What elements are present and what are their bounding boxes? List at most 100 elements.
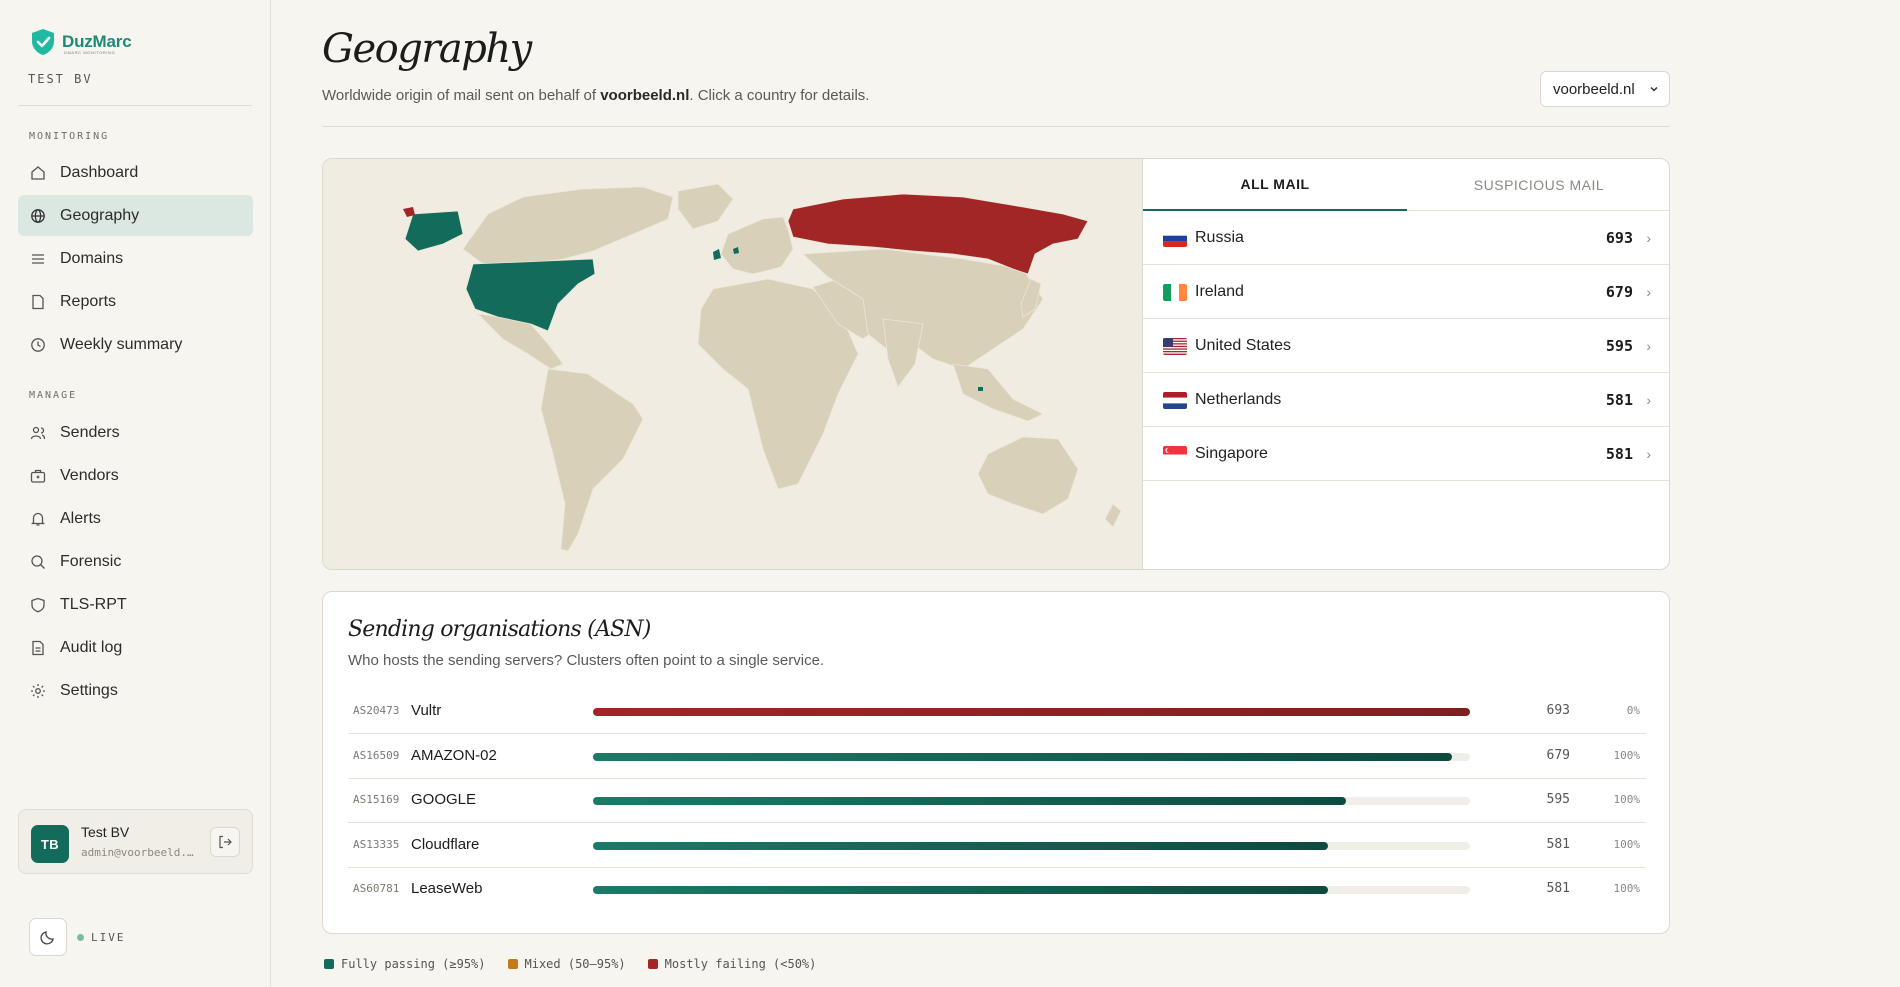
asn-bar-track — [593, 886, 1470, 894]
world-map — [323, 159, 1143, 569]
asn-row[interactable]: AS13335 Cloudflare 581 100% — [348, 824, 1646, 868]
country-count: 595 — [1605, 336, 1633, 355]
map-india[interactable] — [882, 318, 924, 388]
geography-card: ALL MAIL SUSPICIOUS MAIL Russia 693 › Ir… — [322, 158, 1670, 570]
country-row-united-states[interactable]: United States 595 › — [1143, 319, 1669, 373]
asn-number: AS60781 — [353, 882, 400, 895]
domain-select-value: voorbeeld.nl — [1553, 80, 1635, 98]
sidebar-item-tls-rpt[interactable]: TLS-RPT — [18, 584, 253, 625]
map-singapore[interactable] — [978, 387, 983, 391]
tab-suspicious-mail[interactable]: SUSPICIOUS MAIL — [1407, 159, 1669, 211]
sidebar-item-label: TLS-RPT — [60, 595, 127, 613]
asn-bar — [593, 752, 1453, 761]
map-canada[interactable] — [462, 186, 674, 265]
legend-swatch — [324, 959, 334, 969]
asn-row[interactable]: AS20473 Vultr 693 0% — [348, 690, 1646, 734]
asn-name: AMAZON-02 — [411, 746, 497, 764]
asn-value: 595 — [1546, 792, 1570, 807]
logout-icon — [219, 835, 232, 849]
sidebar-item-geography[interactable]: Geography — [18, 195, 253, 236]
legend-swatch — [647, 959, 658, 969]
sidebar-item-reports[interactable]: Reports — [18, 281, 253, 322]
shield-check-icon — [32, 29, 54, 55]
asn-name: Cloudflare — [411, 835, 480, 853]
logout-button[interactable] — [210, 827, 240, 857]
sidebar-item-label: Geography — [60, 206, 140, 224]
country-count: 679 — [1605, 282, 1633, 301]
sidebar-item-audit-log[interactable]: Audit log — [18, 627, 253, 668]
country-row-netherlands[interactable]: Netherlands 581 › — [1143, 373, 1669, 427]
sidebar-item-vendors[interactable]: Vendors — [18, 455, 253, 496]
legend-swatch — [507, 959, 518, 969]
sidebar-item-weekly-summary[interactable]: Weekly summary — [18, 324, 253, 365]
asn-number: AS16509 — [353, 748, 400, 762]
legend-item-failing: Mostly failing (<50%) — [647, 957, 817, 971]
user-card: TB Test BV admin@voorbeeld.nl — [18, 809, 253, 874]
asn-subtitle: Who hosts the sending servers? Clusters … — [348, 652, 825, 669]
asn-pass-pct: 100% — [1613, 837, 1641, 851]
asn-bar-track — [593, 752, 1470, 761]
search-icon — [30, 554, 46, 570]
sidebar-item-alerts[interactable]: Alerts — [18, 498, 253, 539]
asn-title: Sending organisations (ASN) — [348, 617, 651, 642]
brand-name: DuzMarc — [62, 32, 132, 51]
asn-name: GOOGLE — [411, 791, 477, 808]
chevron-right-icon: › — [1646, 445, 1651, 462]
map-europe[interactable] — [720, 216, 794, 275]
sidebar-item-settings[interactable]: Settings — [18, 670, 253, 711]
country-count: 581 — [1605, 390, 1633, 409]
country-row-russia[interactable]: Russia 693 › — [1143, 211, 1669, 265]
live-dot — [77, 934, 84, 941]
chevron-down-icon — [1650, 86, 1658, 92]
map-new-zealand[interactable] — [1104, 503, 1122, 528]
mail-tabs: ALL MAIL SUSPICIOUS MAIL — [1143, 159, 1669, 211]
avatar: TB — [31, 825, 69, 863]
sidebar-item-label: Senders — [60, 423, 120, 441]
ireland-flag-icon — [1163, 284, 1187, 301]
netherlands-flag-icon — [1163, 392, 1187, 409]
map-australia[interactable] — [977, 436, 1079, 515]
legend-label: Mixed (50–95%) — [524, 957, 626, 971]
country-name: United States — [1195, 336, 1292, 354]
sidebar-item-forensic[interactable]: Forensic — [18, 541, 253, 582]
country-row-ireland[interactable]: Ireland 679 › — [1143, 265, 1669, 319]
legend-item-passing: Fully passing (≥95%) — [324, 957, 486, 971]
sidebar-item-senders[interactable]: Senders — [18, 412, 253, 453]
country-list-pane: ALL MAIL SUSPICIOUS MAIL Russia 693 › Ir… — [1143, 159, 1669, 569]
asn-row[interactable]: AS16509 AMAZON-02 679 100% — [348, 735, 1646, 779]
sidebar-item-dashboard[interactable]: Dashboard — [18, 152, 253, 193]
tab-all-mail[interactable]: ALL MAIL — [1143, 159, 1407, 211]
section-label-monitoring: MONITORING — [29, 131, 110, 142]
page-title: Geography — [322, 26, 532, 72]
shield-icon — [30, 597, 46, 613]
legend-label: Mostly failing (<50%) — [664, 957, 817, 971]
asn-number: AS15169 — [353, 793, 400, 806]
asn-pass-pct: 100% — [1613, 748, 1641, 762]
moon-icon — [40, 931, 54, 945]
map-alaska[interactable] — [404, 210, 464, 252]
country-name: Netherlands — [1195, 390, 1282, 408]
map-ireland[interactable] — [713, 249, 721, 260]
domain-select[interactable]: voorbeeld.nl — [1540, 71, 1670, 107]
asn-pass-pct: 0% — [1626, 704, 1640, 717]
asn-number: AS13335 — [353, 837, 400, 851]
map-greenland[interactable] — [677, 183, 734, 230]
map-southeast-asia[interactable] — [952, 363, 1044, 422]
map-south-america[interactable] — [540, 368, 644, 552]
subtitle-text: Worldwide origin of mail sent on behalf … — [322, 87, 601, 104]
theme-toggle-button[interactable] — [29, 918, 67, 956]
sidebar-divider — [18, 105, 252, 106]
country-count: 581 — [1605, 444, 1633, 463]
section-label-manage: MANAGE — [29, 390, 78, 401]
sidebar: DuzMarc DMARC MONITORING TEST BV MONITOR… — [0, 0, 271, 987]
asn-row[interactable]: AS60781 LeaseWeb 581 100% — [348, 868, 1646, 912]
asn-row[interactable]: AS15169 GOOGLE 595 100% — [348, 779, 1646, 823]
country-count: 693 — [1605, 228, 1633, 247]
sidebar-item-domains[interactable]: Domains — [18, 238, 253, 279]
country-row-singapore[interactable]: Singapore 581 › — [1143, 427, 1669, 481]
list-icon — [30, 251, 46, 267]
chevron-right-icon: › — [1646, 283, 1651, 300]
asn-name: Vultr — [411, 702, 442, 719]
asn-pass-pct: 100% — [1613, 882, 1641, 895]
brand-logo[interactable]: DuzMarc DMARC MONITORING — [30, 28, 132, 56]
